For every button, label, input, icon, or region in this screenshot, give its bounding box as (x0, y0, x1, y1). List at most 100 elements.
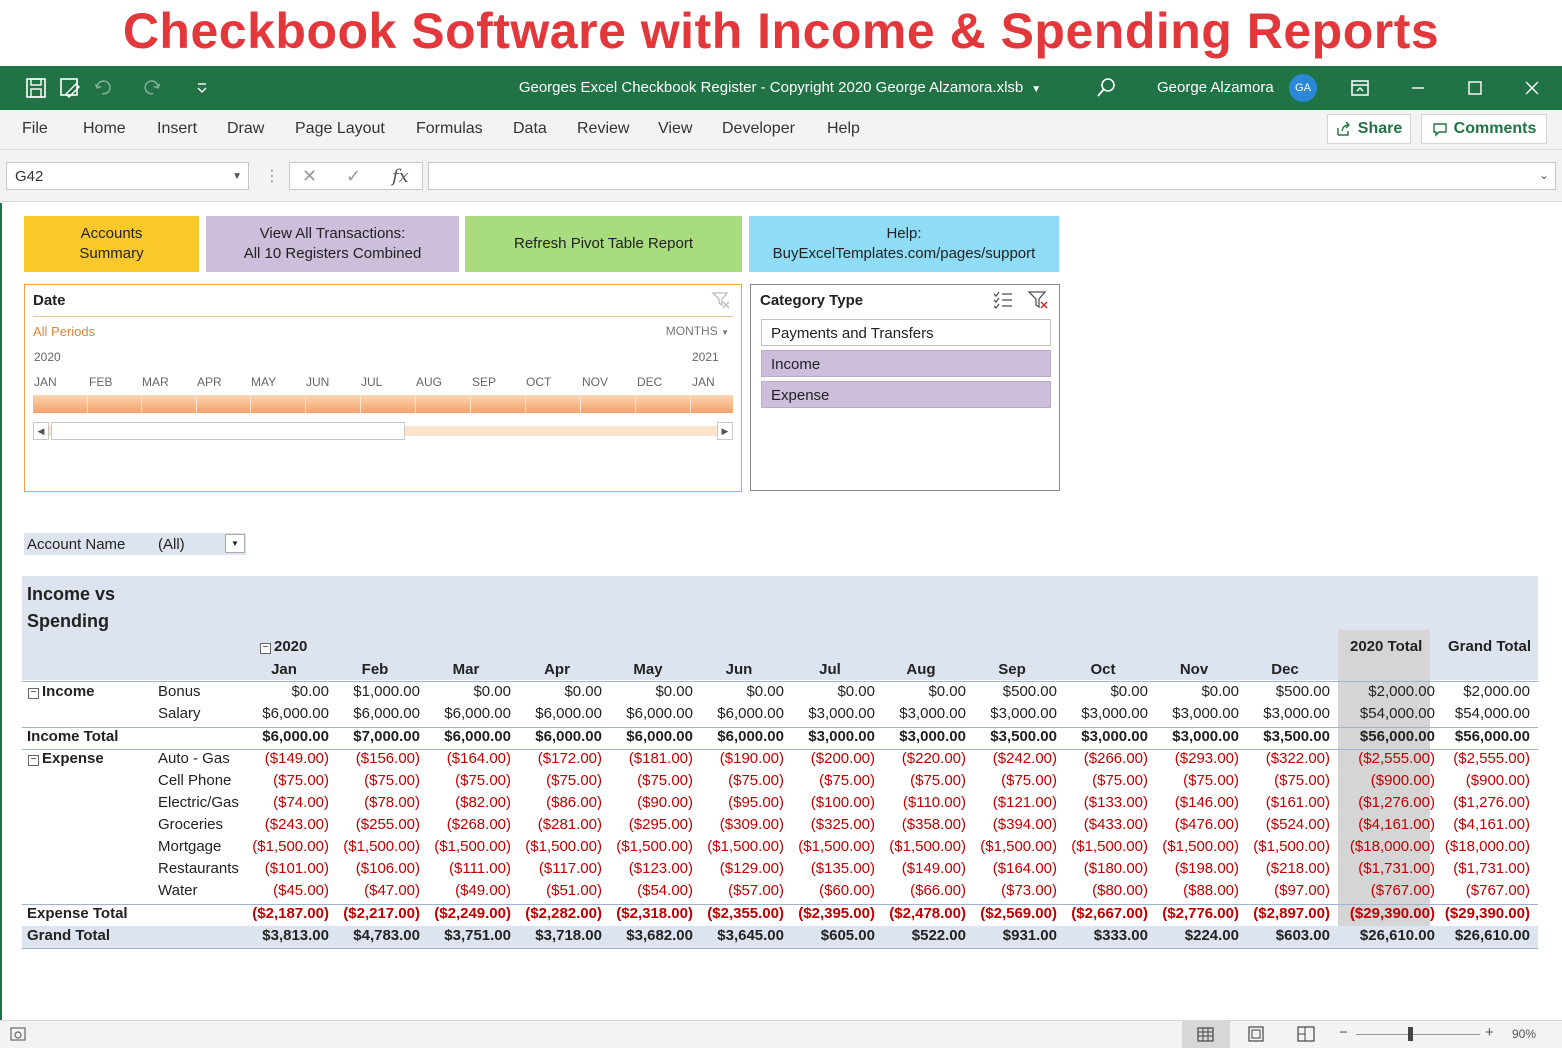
value-cell[interactable]: $6,000.00 (688, 705, 784, 722)
value-cell[interactable]: ($51.00) (506, 882, 602, 899)
value-cell[interactable]: ($75.00) (1052, 772, 1148, 789)
value-cell[interactable]: ($75.00) (688, 772, 784, 789)
value-cell[interactable]: $3,813.00 (233, 927, 329, 944)
value-cell[interactable]: ($1,500.00) (688, 838, 784, 855)
clear-filter-icon[interactable] (711, 290, 731, 315)
value-cell[interactable]: ($57.00) (688, 882, 784, 899)
value-cell[interactable]: $7,000.00 (324, 728, 420, 745)
value-cell[interactable]: $6,000.00 (688, 728, 784, 745)
tab-file[interactable]: File (22, 120, 48, 138)
value-cell[interactable]: ($2,355.00) (688, 905, 784, 922)
value-cell[interactable]: ($255.00) (324, 816, 420, 833)
value-cell[interactable]: $6,000.00 (597, 705, 693, 722)
value-cell[interactable]: ($106.00) (324, 860, 420, 877)
value-cell[interactable]: ($1,500.00) (961, 838, 1057, 855)
share-button[interactable]: Share (1327, 114, 1411, 144)
refresh-pivot-button[interactable]: Refresh Pivot Table Report (465, 216, 742, 272)
value-cell[interactable]: ($1,500.00) (779, 838, 875, 855)
value-cell[interactable]: ($1,276.00) (1339, 794, 1435, 811)
value-cell[interactable]: ($111.00) (415, 860, 511, 877)
slicer-item-income[interactable]: Income (761, 350, 1051, 377)
value-cell[interactable]: $522.00 (870, 927, 966, 944)
scroll-left-icon[interactable]: ◀ (33, 422, 49, 440)
value-cell[interactable]: ($101.00) (233, 860, 329, 877)
tab-formulas[interactable]: Formulas (416, 120, 483, 138)
income-group[interactable]: − Income (28, 683, 95, 700)
value-cell[interactable]: $26,610.00 (1339, 927, 1435, 944)
value-cell[interactable]: ($767.00) (1339, 882, 1435, 899)
value-cell[interactable]: ($75.00) (324, 772, 420, 789)
value-cell[interactable]: ($129.00) (688, 860, 784, 877)
customize-toolbar-icon[interactable] (190, 76, 214, 100)
value-cell[interactable]: ($218.00) (1234, 860, 1330, 877)
timeline-scrollbar[interactable]: ◀ ▶ (33, 422, 733, 440)
value-cell[interactable]: ($97.00) (1234, 882, 1330, 899)
value-cell[interactable]: ($900.00) (1339, 772, 1435, 789)
value-cell[interactable]: ($75.00) (1234, 772, 1330, 789)
value-cell[interactable]: ($2,478.00) (870, 905, 966, 922)
value-cell[interactable]: ($161.00) (1234, 794, 1330, 811)
value-cell[interactable]: ($2,555.00) (1339, 750, 1435, 767)
value-cell[interactable]: ($45.00) (233, 882, 329, 899)
value-cell[interactable]: $3,000.00 (779, 705, 875, 722)
enter-icon[interactable]: ✓ (346, 166, 361, 187)
window-title[interactable]: Georges Excel Checkbook Register - Copyr… (400, 79, 1160, 96)
multi-select-icon[interactable] (992, 290, 1014, 315)
value-cell[interactable]: $931.00 (961, 927, 1057, 944)
scroll-thumb[interactable] (51, 422, 405, 440)
date-timeline-slicer[interactable]: Date All Periods MONTHS ▼ 2020 2021 JAN … (24, 284, 742, 492)
value-cell[interactable]: ($88.00) (1143, 882, 1239, 899)
search-icon[interactable] (1094, 76, 1118, 100)
value-cell[interactable]: $3,000.00 (1143, 728, 1239, 745)
value-cell[interactable]: ($325.00) (779, 816, 875, 833)
value-cell[interactable]: $3,000.00 (1052, 705, 1148, 722)
help-button[interactable]: Help: BuyExcelTemplates.com/pages/support (749, 216, 1059, 272)
normal-view-button[interactable] (1182, 1021, 1230, 1048)
value-cell[interactable]: ($133.00) (1052, 794, 1148, 811)
value-cell[interactable]: ($75.00) (597, 772, 693, 789)
value-cell[interactable]: $3,000.00 (961, 705, 1057, 722)
value-cell[interactable]: ($149.00) (870, 860, 966, 877)
value-cell[interactable]: ($2,555.00) (1434, 750, 1530, 767)
value-cell[interactable]: ($80.00) (1052, 882, 1148, 899)
value-cell[interactable]: ($309.00) (688, 816, 784, 833)
value-cell[interactable]: ($29,390.00) (1434, 905, 1530, 922)
value-cell[interactable]: ($268.00) (415, 816, 511, 833)
value-cell[interactable]: $500.00 (961, 683, 1057, 700)
clear-filter-icon[interactable] (1027, 290, 1049, 315)
value-cell[interactable]: ($1,500.00) (870, 838, 966, 855)
value-cell[interactable]: ($2,667.00) (1052, 905, 1148, 922)
value-cell[interactable]: ($266.00) (1052, 750, 1148, 767)
tab-help[interactable]: Help (827, 120, 860, 138)
macro-record-icon[interactable] (10, 1026, 28, 1047)
value-cell[interactable]: ($322.00) (1234, 750, 1330, 767)
value-cell[interactable]: $6,000.00 (233, 705, 329, 722)
value-cell[interactable]: $6,000.00 (597, 728, 693, 745)
value-cell[interactable]: $3,000.00 (1234, 705, 1330, 722)
accounts-summary-button[interactable]: Accounts Summary (24, 216, 199, 272)
tab-insert[interactable]: Insert (157, 120, 197, 138)
value-cell[interactable]: ($1,731.00) (1339, 860, 1435, 877)
value-cell[interactable]: $0.00 (233, 683, 329, 700)
value-cell[interactable]: ($75.00) (870, 772, 966, 789)
value-cell[interactable]: ($394.00) (961, 816, 1057, 833)
value-cell[interactable]: ($1,500.00) (1052, 838, 1148, 855)
value-cell[interactable]: ($95.00) (688, 794, 784, 811)
value-cell[interactable]: $605.00 (779, 927, 875, 944)
value-cell[interactable]: ($190.00) (688, 750, 784, 767)
value-cell[interactable]: ($156.00) (324, 750, 420, 767)
value-cell[interactable]: ($90.00) (597, 794, 693, 811)
value-cell[interactable]: $4,783.00 (324, 927, 420, 944)
view-all-transactions-button[interactable]: View All Transactions: All 10 Registers C… (206, 216, 459, 272)
value-cell[interactable]: ($49.00) (415, 882, 511, 899)
value-cell[interactable]: ($74.00) (233, 794, 329, 811)
value-cell[interactable]: ($29,390.00) (1339, 905, 1435, 922)
year-header[interactable]: −2020 (260, 638, 307, 655)
collapse-icon[interactable]: − (260, 643, 271, 654)
value-cell[interactable]: ($1,500.00) (1234, 838, 1330, 855)
value-cell[interactable]: ($220.00) (870, 750, 966, 767)
insert-function-icon[interactable]: fx (392, 166, 409, 187)
value-cell[interactable]: $500.00 (1234, 683, 1330, 700)
time-level-dropdown[interactable]: MONTHS ▼ (666, 324, 729, 338)
value-cell[interactable]: ($295.00) (597, 816, 693, 833)
